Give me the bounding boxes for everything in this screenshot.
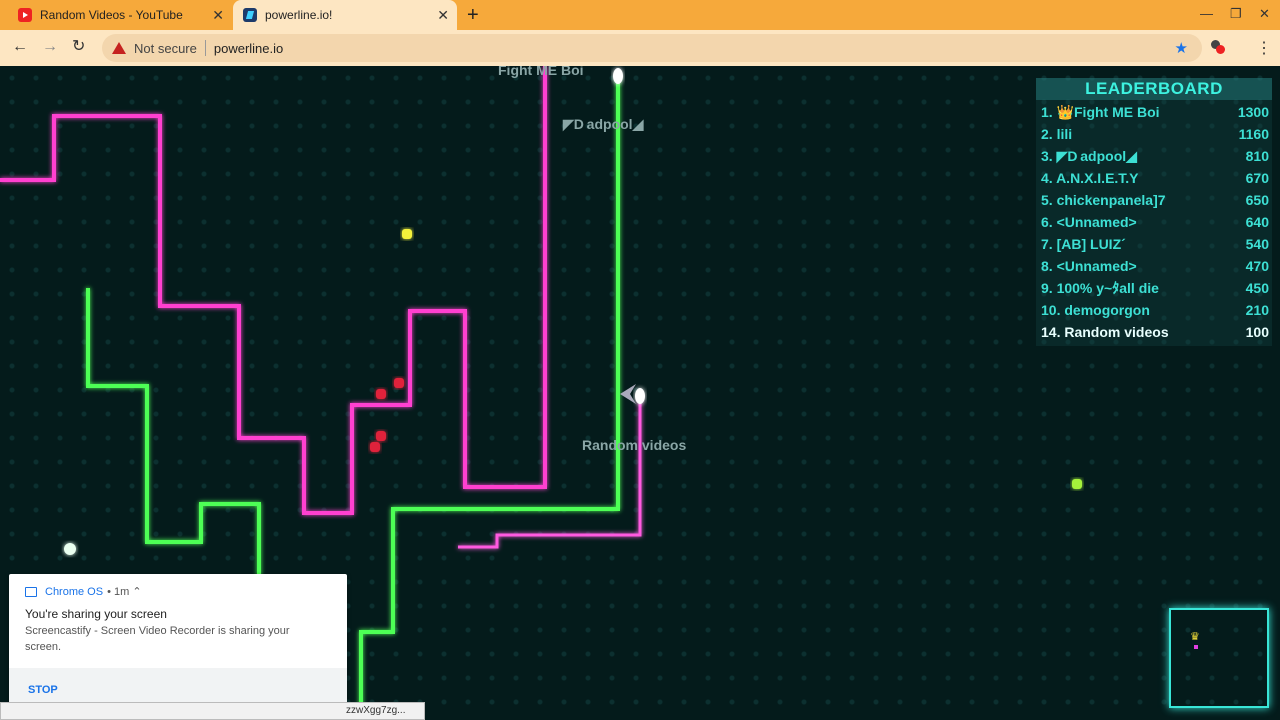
player-position-marker — [1194, 645, 1198, 649]
back-icon[interactable]: ← — [12, 38, 28, 56]
food-pellet — [376, 389, 386, 399]
leaderboard-row: 2. lili 1160 — [1041, 126, 1269, 142]
green-snake-trail — [359, 76, 620, 720]
youtube-icon — [18, 8, 32, 22]
minimize-icon[interactable]: — — [1200, 6, 1213, 21]
restore-icon[interactable]: ❐ — [1230, 6, 1242, 22]
food-pellet — [376, 431, 386, 441]
leaderboard-title: LEADERBOARD — [1036, 78, 1272, 100]
tab-strip: Random Videos - YouTube ✕ powerline.io! … — [0, 0, 1280, 30]
tab-powerline[interactable]: powerline.io! ✕ — [233, 0, 457, 30]
url-text[interactable]: powerline.io — [214, 41, 283, 56]
player-name-label: Fight ME Boi — [498, 66, 584, 78]
food-pellet — [1072, 479, 1082, 489]
leaderboard-row: 1. 👑Fight ME Boi 1300 — [1041, 104, 1269, 120]
menu-icon[interactable]: ⋮ — [1256, 38, 1272, 58]
leaderboard-row: 3. ◤D adpool◢ 810 — [1041, 148, 1269, 164]
notification-title: You're sharing your screen — [25, 607, 167, 621]
food-pellet — [394, 378, 404, 388]
magenta-snake-trail — [0, 66, 547, 515]
status-bar-url: zzwXgg7zg... — [0, 702, 425, 720]
player-arrow — [620, 384, 636, 404]
crown-icon: ♛ — [1190, 631, 1200, 643]
extension-icon[interactable] — [1211, 40, 1225, 54]
leaderboard-row: 9. 100% y~ﾀall die 450 — [1041, 280, 1269, 296]
leaderboard-row: 8. <Unnamed> 470 — [1041, 258, 1269, 274]
green-snake-trail-left — [86, 288, 261, 576]
food-pellet — [402, 229, 412, 239]
reload-icon[interactable]: ↻ — [72, 38, 85, 56]
notification-body: Screencastify - Screen Video Recorder is… — [25, 625, 290, 653]
notification-header: Chrome OS • 1m ⌃ — [25, 585, 142, 598]
close-window-icon[interactable]: ✕ — [1259, 6, 1270, 22]
player-head — [635, 388, 645, 404]
tab-title: Random Videos - YouTube — [40, 8, 183, 22]
leaderboard-row: 4. A.N.X.I.E.T.Y 670 — [1041, 170, 1269, 186]
leaderboard-row: 5. chickenpanela]7 650 — [1041, 192, 1269, 208]
bookmark-star-icon[interactable]: ★ — [1175, 39, 1188, 57]
address-bar[interactable]: Not secure powerline.io ★ — [102, 34, 1202, 62]
tab-title: powerline.io! — [265, 8, 333, 22]
snake-head-left — [64, 543, 76, 555]
divider — [204, 40, 206, 56]
food-pellet — [370, 442, 380, 452]
notification-time[interactable]: • 1m ⌃ — [107, 585, 141, 598]
leaderboard-row-self: 14. Random videos 100 — [1041, 324, 1269, 340]
security-label[interactable]: Not secure — [134, 41, 197, 56]
new-tab-icon[interactable]: + — [467, 4, 479, 26]
leaderboard-row: 6. <Unnamed> 640 — [1041, 214, 1269, 230]
forward-icon[interactable]: → — [42, 38, 58, 56]
screen-cast-icon — [25, 586, 37, 597]
leaderboard-row: 10. demogorgon 210 — [1041, 302, 1269, 318]
stop-sharing-button[interactable]: STOP — [28, 684, 58, 696]
leaderboard-row: 7. [AB] LUIZ´ 540 — [1041, 236, 1269, 252]
close-tab-icon[interactable]: ✕ — [212, 7, 224, 23]
close-tab-icon[interactable]: ✕ — [437, 7, 449, 23]
screen-share-notification: Chrome OS • 1m ⌃ You're sharing your scr… — [9, 574, 347, 708]
browser-toolbar: ← → ↻ Not secure powerline.io ★ ⋮ — [0, 30, 1280, 66]
player-name-label: ◤D adpool◢ — [563, 116, 644, 132]
notification-source: Chrome OS — [45, 585, 104, 598]
leaderboard: LEADERBOARD 1. 👑Fight ME Boi 1300 2. lili… — [1036, 78, 1272, 346]
snake-head — [613, 68, 623, 84]
tab-youtube[interactable]: Random Videos - YouTube ✕ — [8, 0, 232, 30]
powerline-icon — [243, 8, 257, 22]
player-snake-trail — [458, 396, 642, 549]
warning-icon[interactable] — [112, 42, 126, 54]
player-name-label: Random videos — [582, 437, 687, 453]
minimap: ♛ — [1169, 608, 1269, 708]
